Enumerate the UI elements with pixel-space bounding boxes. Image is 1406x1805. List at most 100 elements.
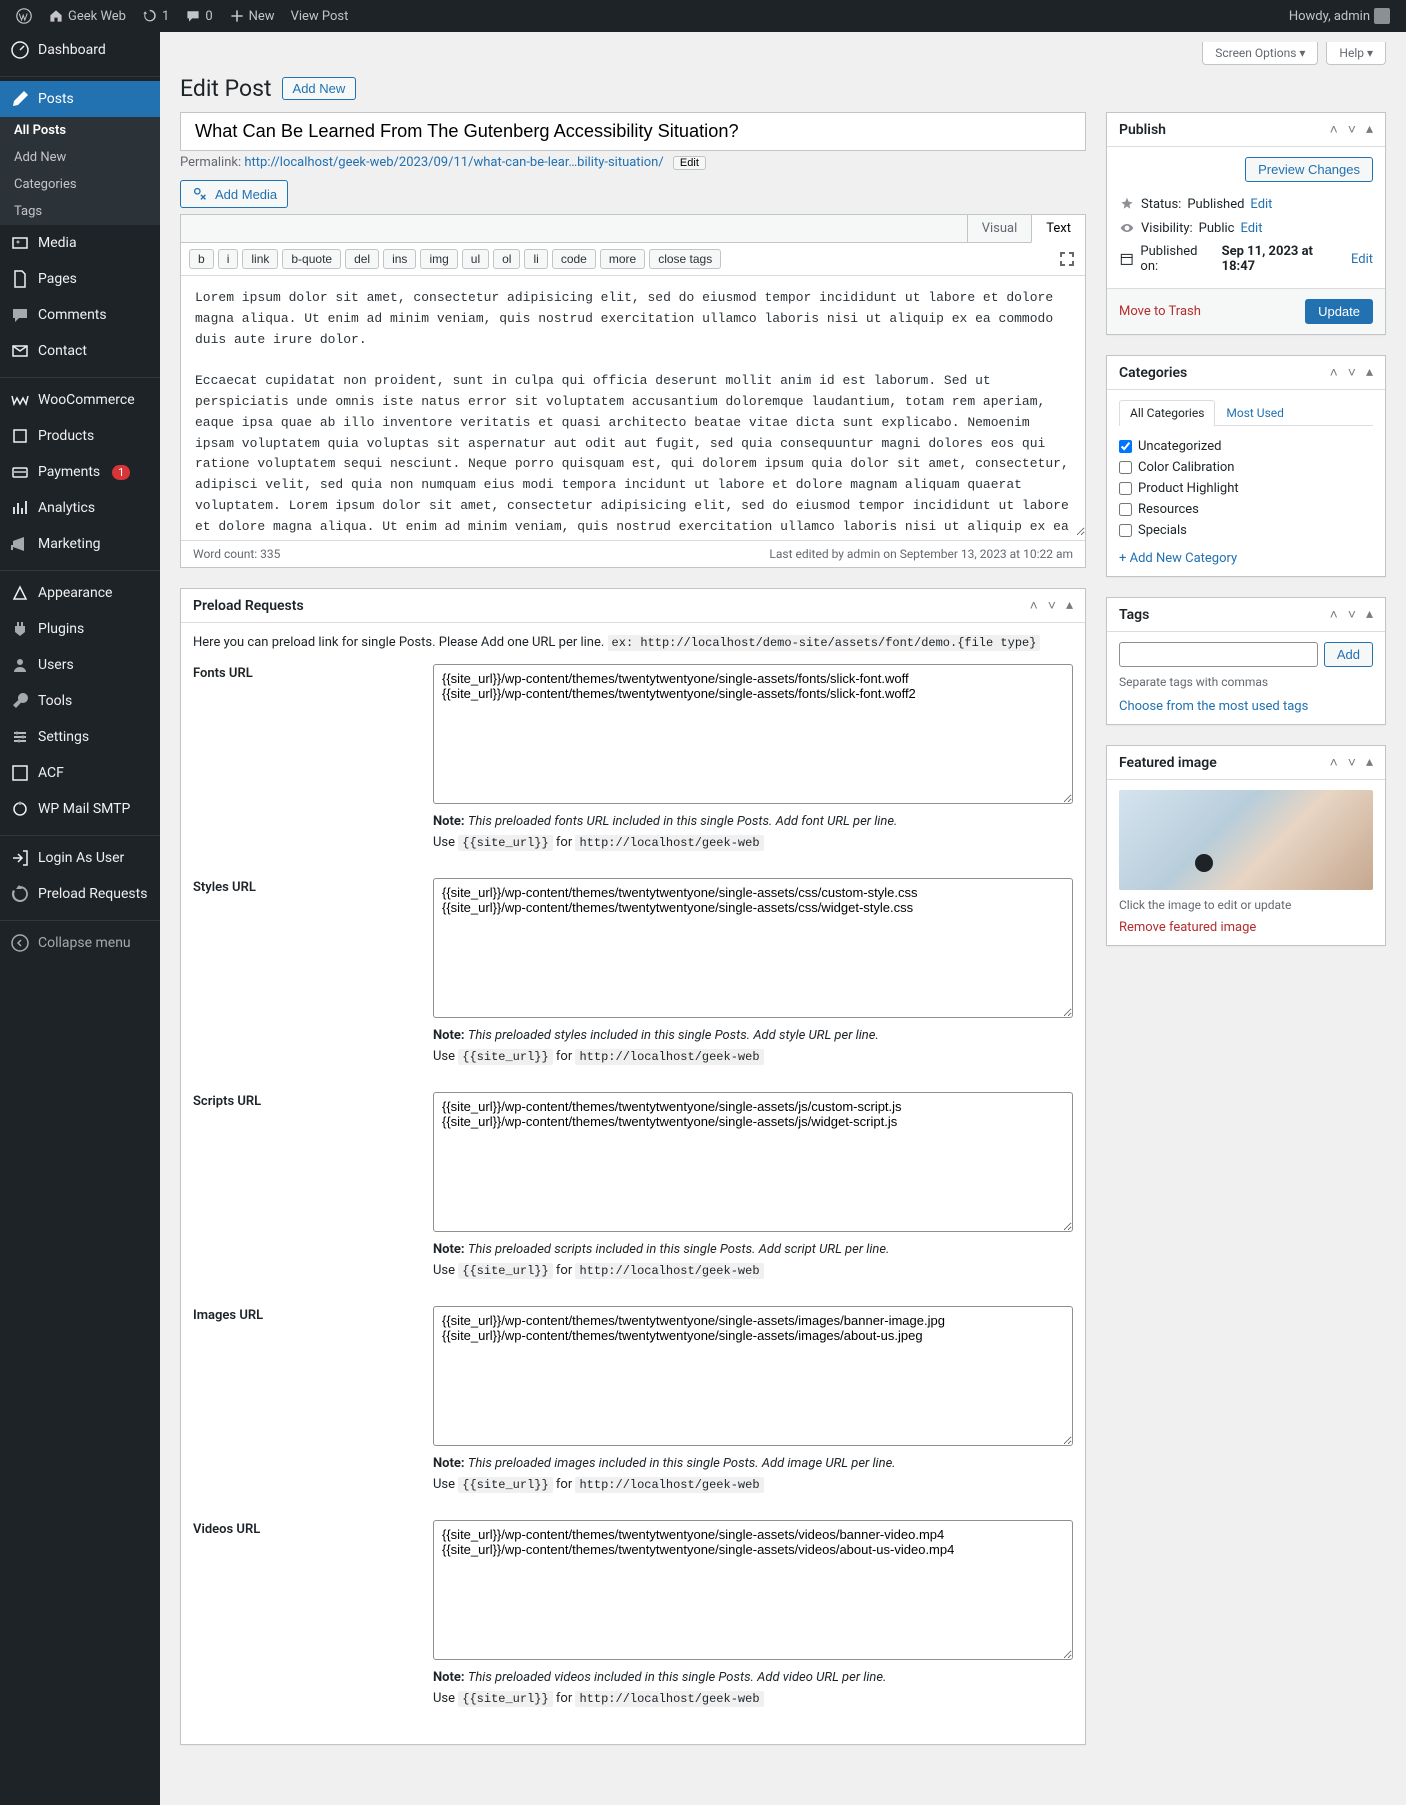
edit-status-link[interactable]: Edit xyxy=(1250,197,1272,212)
toggle-icon[interactable]: ▴ xyxy=(1366,606,1373,623)
toggle-icon[interactable]: ▴ xyxy=(1366,754,1373,771)
edit-date-link[interactable]: Edit xyxy=(1351,252,1373,267)
quicktag-ins[interactable]: ins xyxy=(383,249,416,269)
quicktag-ul[interactable]: ul xyxy=(462,249,489,269)
move-down-icon[interactable]: ˅ xyxy=(1348,121,1356,138)
quicktag-li[interactable]: li xyxy=(524,249,547,269)
quicktag-i[interactable]: i xyxy=(218,249,239,269)
add-tag-button[interactable]: Add xyxy=(1324,642,1373,667)
toggle-icon[interactable]: ▴ xyxy=(1066,597,1073,614)
permalink-link[interactable]: http://localhost/geek-web/2023/09/11/wha… xyxy=(244,155,663,170)
updates-link[interactable]: 1 xyxy=(134,0,177,32)
menu-login-as-user[interactable]: Login As User xyxy=(0,840,160,876)
move-down-icon[interactable]: ˅ xyxy=(1348,606,1356,623)
new-content-link[interactable]: New xyxy=(221,0,283,32)
menu-analytics[interactable]: Analytics xyxy=(0,490,160,526)
menu-settings[interactable]: Settings xyxy=(0,719,160,755)
view-post-link[interactable]: View Post xyxy=(283,0,357,32)
menu-preload-requests[interactable]: Preload Requests xyxy=(0,876,160,912)
quicktag-ol[interactable]: ol xyxy=(493,249,520,269)
move-up-icon[interactable]: ˄ xyxy=(1330,606,1338,623)
move-up-icon[interactable]: ˄ xyxy=(1330,364,1338,381)
editor-tab-text[interactable]: Text xyxy=(1031,215,1085,243)
toggle-icon[interactable]: ▴ xyxy=(1366,364,1373,381)
howdy-user[interactable]: Howdy, admin xyxy=(1281,0,1398,32)
category-checkbox[interactable] xyxy=(1119,503,1132,516)
wp-logo[interactable] xyxy=(8,0,40,32)
menu-marketing[interactable]: Marketing xyxy=(0,526,160,562)
menu-wp-mail-smtp[interactable]: WP Mail SMTP xyxy=(0,791,160,827)
category-item[interactable]: Resources xyxy=(1119,499,1373,520)
move-down-icon[interactable]: ˅ xyxy=(1348,754,1356,771)
submenu-categories[interactable]: Categories xyxy=(0,171,160,198)
choose-tags-link[interactable]: Choose from the most used tags xyxy=(1119,699,1308,714)
content-textarea[interactable] xyxy=(181,276,1085,536)
category-item[interactable]: Uncategorized xyxy=(1119,436,1373,457)
remove-featured-link[interactable]: Remove featured image xyxy=(1119,920,1256,935)
category-checkbox[interactable] xyxy=(1119,482,1132,495)
preload-textarea[interactable] xyxy=(433,1092,1073,1232)
help-toggle[interactable]: Help ▾ xyxy=(1326,42,1386,65)
edit-visibility-link[interactable]: Edit xyxy=(1240,221,1262,236)
move-up-icon[interactable]: ˄ xyxy=(1330,121,1338,138)
menu-contact[interactable]: Contact xyxy=(0,333,160,369)
add-new-category-link[interactable]: + Add New Category xyxy=(1119,551,1237,566)
menu-woocommerce[interactable]: WooCommerce xyxy=(0,382,160,418)
category-item[interactable]: Color Calibration xyxy=(1119,457,1373,478)
collapse-menu[interactable]: Collapse menu xyxy=(0,925,160,961)
quicktag-code[interactable]: code xyxy=(552,249,596,269)
screen-options-toggle[interactable]: Screen Options ▾ xyxy=(1202,42,1318,65)
menu-posts[interactable]: Posts xyxy=(0,81,160,117)
featured-image-thumbnail[interactable] xyxy=(1119,790,1373,890)
add-new-button[interactable]: Add New xyxy=(282,77,357,100)
submenu-all-posts[interactable]: All Posts xyxy=(0,117,160,144)
menu-tools[interactable]: Tools xyxy=(0,683,160,719)
quicktag-b[interactable]: b xyxy=(189,249,214,269)
move-down-icon[interactable]: ˅ xyxy=(1348,364,1356,381)
post-title-input[interactable] xyxy=(180,112,1086,151)
category-item[interactable]: Product Highlight xyxy=(1119,478,1373,499)
site-home-link[interactable]: Geek Web xyxy=(40,0,134,32)
quicktag-img[interactable]: img xyxy=(420,249,457,269)
tab-all-categories[interactable]: All Categories xyxy=(1119,400,1215,426)
preload-textarea[interactable] xyxy=(433,1520,1073,1660)
editor-tab-visual[interactable]: Visual xyxy=(967,215,1032,242)
update-button[interactable]: Update xyxy=(1305,299,1373,324)
quicktag-close-tags[interactable]: close tags xyxy=(649,249,721,269)
tags-input[interactable] xyxy=(1119,642,1318,667)
preview-changes-button[interactable]: Preview Changes xyxy=(1245,157,1373,182)
menu-plugins[interactable]: Plugins xyxy=(0,611,160,647)
menu-users[interactable]: Users xyxy=(0,647,160,683)
submenu-add-new[interactable]: Add New xyxy=(0,144,160,171)
toggle-icon[interactable]: ▴ xyxy=(1366,121,1373,138)
add-media-button[interactable]: Add Media xyxy=(180,180,288,208)
move-down-icon[interactable]: ˅ xyxy=(1048,597,1056,614)
menu-payments[interactable]: Payments1 xyxy=(0,454,160,490)
menu-media[interactable]: Media xyxy=(0,225,160,261)
quicktag-del[interactable]: del xyxy=(345,249,379,269)
menu-pages[interactable]: Pages xyxy=(0,261,160,297)
menu-products[interactable]: Products xyxy=(0,418,160,454)
category-item[interactable]: Specials xyxy=(1119,520,1373,541)
menu-acf[interactable]: ACF xyxy=(0,755,160,791)
quicktag-b-quote[interactable]: b-quote xyxy=(282,249,341,269)
menu-comments[interactable]: Comments xyxy=(0,297,160,333)
menu-dashboard[interactable]: Dashboard xyxy=(0,32,160,68)
submenu-tags[interactable]: Tags xyxy=(0,198,160,225)
menu-appearance[interactable]: Appearance xyxy=(0,575,160,611)
edit-permalink-button[interactable]: Edit xyxy=(673,156,706,170)
quicktag-link[interactable]: link xyxy=(242,249,278,269)
move-up-icon[interactable]: ˄ xyxy=(1030,597,1038,614)
category-checkbox[interactable] xyxy=(1119,461,1132,474)
fullscreen-icon[interactable] xyxy=(1057,249,1077,269)
preload-textarea[interactable] xyxy=(433,664,1073,804)
preload-textarea[interactable] xyxy=(433,878,1073,1018)
category-checkbox[interactable] xyxy=(1119,524,1132,537)
quicktag-more[interactable]: more xyxy=(600,249,645,269)
tab-most-used[interactable]: Most Used xyxy=(1215,400,1295,425)
move-up-icon[interactable]: ˄ xyxy=(1330,754,1338,771)
comments-link[interactable]: 0 xyxy=(177,0,220,32)
move-to-trash-link[interactable]: Move to Trash xyxy=(1119,304,1201,319)
category-checkbox[interactable] xyxy=(1119,440,1132,453)
preload-textarea[interactable] xyxy=(433,1306,1073,1446)
